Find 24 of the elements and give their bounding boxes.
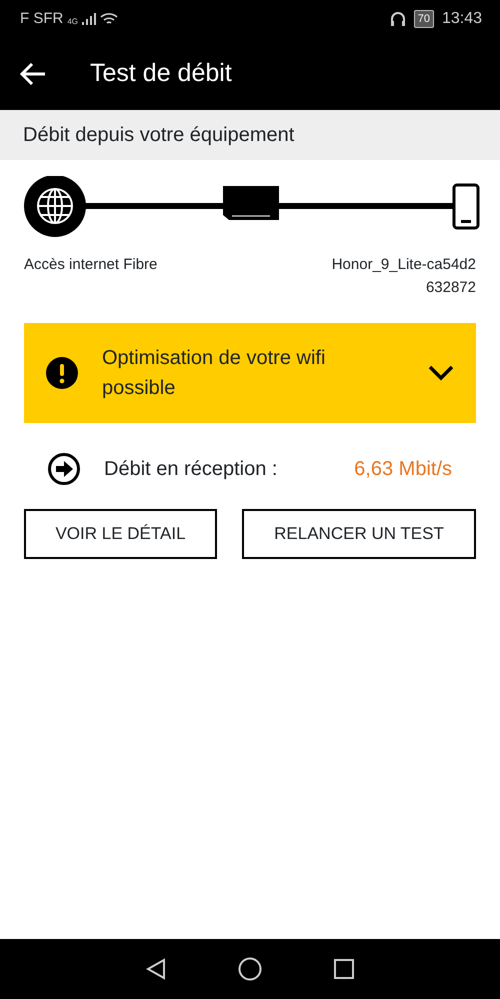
warning-icon	[46, 357, 78, 389]
signal-icon	[82, 13, 96, 25]
screen-title: Test de débit	[90, 58, 232, 90]
network-type: 4G	[67, 16, 78, 28]
result-label: Débit en réception :	[104, 457, 278, 482]
battery-level: 70	[414, 10, 434, 28]
recents-nav-icon[interactable]	[334, 959, 354, 979]
source-label: Accès internet Fibre	[24, 255, 158, 275]
arrow-circle-icon	[48, 453, 80, 485]
clock: 13:43	[442, 9, 482, 29]
carrier-name: F SFR	[20, 8, 64, 29]
wifi-alert-banner[interactable]: Optimisation de votre wifi possible	[24, 323, 476, 423]
chevron-icon[interactable]	[428, 365, 454, 381]
home-nav-icon[interactable]	[238, 957, 262, 981]
action-button[interactable]: RELANCER UN TEST	[242, 509, 476, 559]
result-value: 6,63 Mbit/s	[354, 457, 452, 482]
device-label: Honor_9_Lite-ca54d2 632872	[332, 255, 476, 298]
action-button[interactable]: VOIR LE DÉTAIL	[24, 509, 217, 559]
alert-text: Optimisation de votre wifi possible	[102, 346, 326, 401]
wifi-icon	[100, 12, 118, 26]
back-arrow-icon[interactable]	[20, 63, 46, 85]
headphones-icon	[390, 11, 406, 27]
back-nav-icon[interactable]	[146, 958, 166, 980]
section-title: Débit depuis votre équipement	[23, 123, 294, 148]
